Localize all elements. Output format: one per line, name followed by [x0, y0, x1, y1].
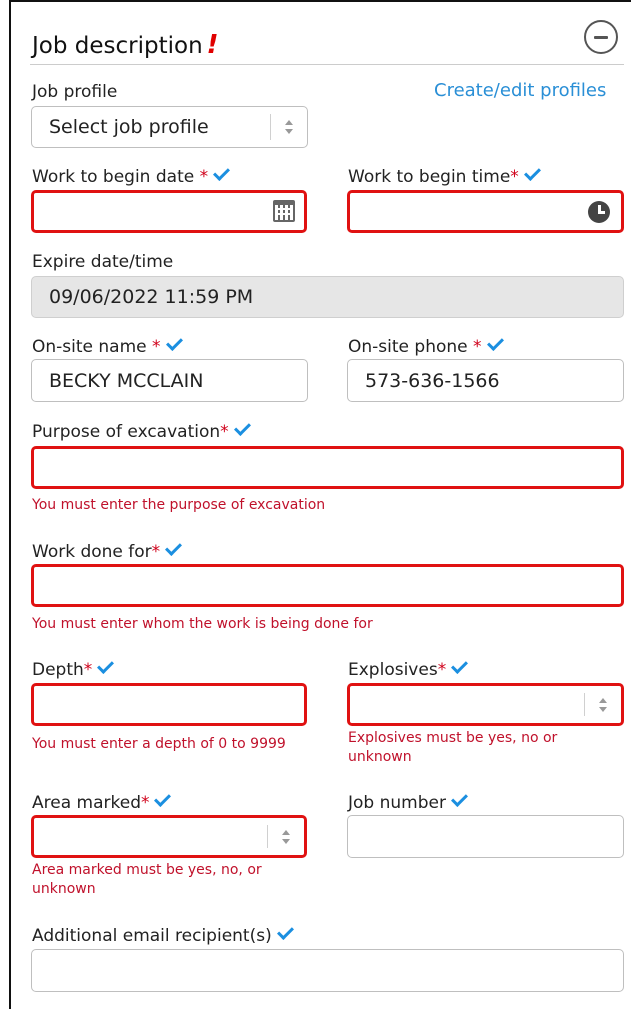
job-profile-value: Select job profile — [49, 116, 209, 138]
onsite-name-label: On-site name * — [32, 334, 183, 357]
onsite-phone-label: On-site phone * — [348, 334, 504, 357]
select-arrows-icon — [270, 114, 307, 140]
section-title: Job description! — [32, 30, 219, 60]
create-edit-profiles-link[interactable]: Create/edit profiles — [434, 80, 606, 101]
area-marked-label: Area marked* — [32, 790, 172, 813]
check-icon — [165, 539, 183, 556]
expire-field: 09/06/2022 11:59 PM — [31, 276, 624, 318]
onsite-name-input[interactable]: BECKY MCCLAIN — [31, 359, 308, 402]
job-profile-select[interactable]: Select job profile — [31, 106, 308, 148]
email-label: Additional email recipient(s) — [32, 923, 294, 946]
area-marked-error-line2: unknown — [32, 881, 96, 897]
done-for-label: Work done for* — [32, 539, 183, 562]
purpose-label: Purpose of excavation* — [32, 419, 251, 442]
alert-mark: ! — [206, 30, 219, 60]
depth-label: Depth* — [32, 657, 115, 680]
begin-time-label: Work to begin time* — [348, 164, 541, 187]
depth-input[interactable] — [31, 683, 307, 726]
check-icon — [451, 657, 469, 674]
depth-error: You must enter a depth of 0 to 9999 — [32, 736, 286, 752]
job-number-input[interactable] — [347, 815, 624, 858]
check-icon — [486, 334, 504, 351]
onsite-phone-input[interactable]: 573-636-1566 — [347, 359, 624, 402]
begin-date-input[interactable] — [31, 190, 307, 233]
area-marked-error-line1: Area marked must be yes, no, or — [32, 862, 262, 878]
select-arrows-icon — [584, 693, 621, 716]
check-icon — [213, 164, 231, 181]
explosives-error-line1: Explosives must be yes, no or — [348, 730, 558, 746]
explosives-error-line2: unknown — [348, 749, 412, 765]
expire-label: Expire date/time — [32, 252, 174, 272]
select-arrows-icon — [267, 825, 304, 848]
explosives-label: Explosives* — [348, 657, 469, 680]
check-icon — [97, 657, 115, 674]
purpose-input[interactable] — [31, 446, 624, 489]
done-for-input[interactable] — [31, 564, 624, 607]
explosives-select[interactable] — [347, 683, 624, 726]
collapse-icon[interactable] — [584, 20, 618, 54]
check-icon — [450, 790, 468, 807]
begin-date-label: Work to begin date * — [32, 164, 231, 187]
check-icon — [154, 790, 172, 807]
check-icon — [165, 334, 183, 351]
job-number-label: Job number — [348, 790, 468, 813]
done-for-error: You must enter whom the work is being do… — [32, 616, 373, 632]
clock-icon[interactable] — [588, 201, 610, 223]
job-profile-label: Job profile — [32, 82, 118, 102]
check-icon — [233, 419, 251, 436]
begin-time-input[interactable] — [347, 190, 624, 233]
divider — [30, 64, 624, 65]
calendar-icon[interactable] — [273, 200, 295, 222]
purpose-error: You must enter the purpose of excavation — [32, 497, 326, 513]
area-marked-select[interactable] — [31, 815, 307, 858]
check-icon — [523, 164, 541, 181]
email-input[interactable] — [31, 949, 624, 992]
check-icon — [276, 923, 294, 940]
